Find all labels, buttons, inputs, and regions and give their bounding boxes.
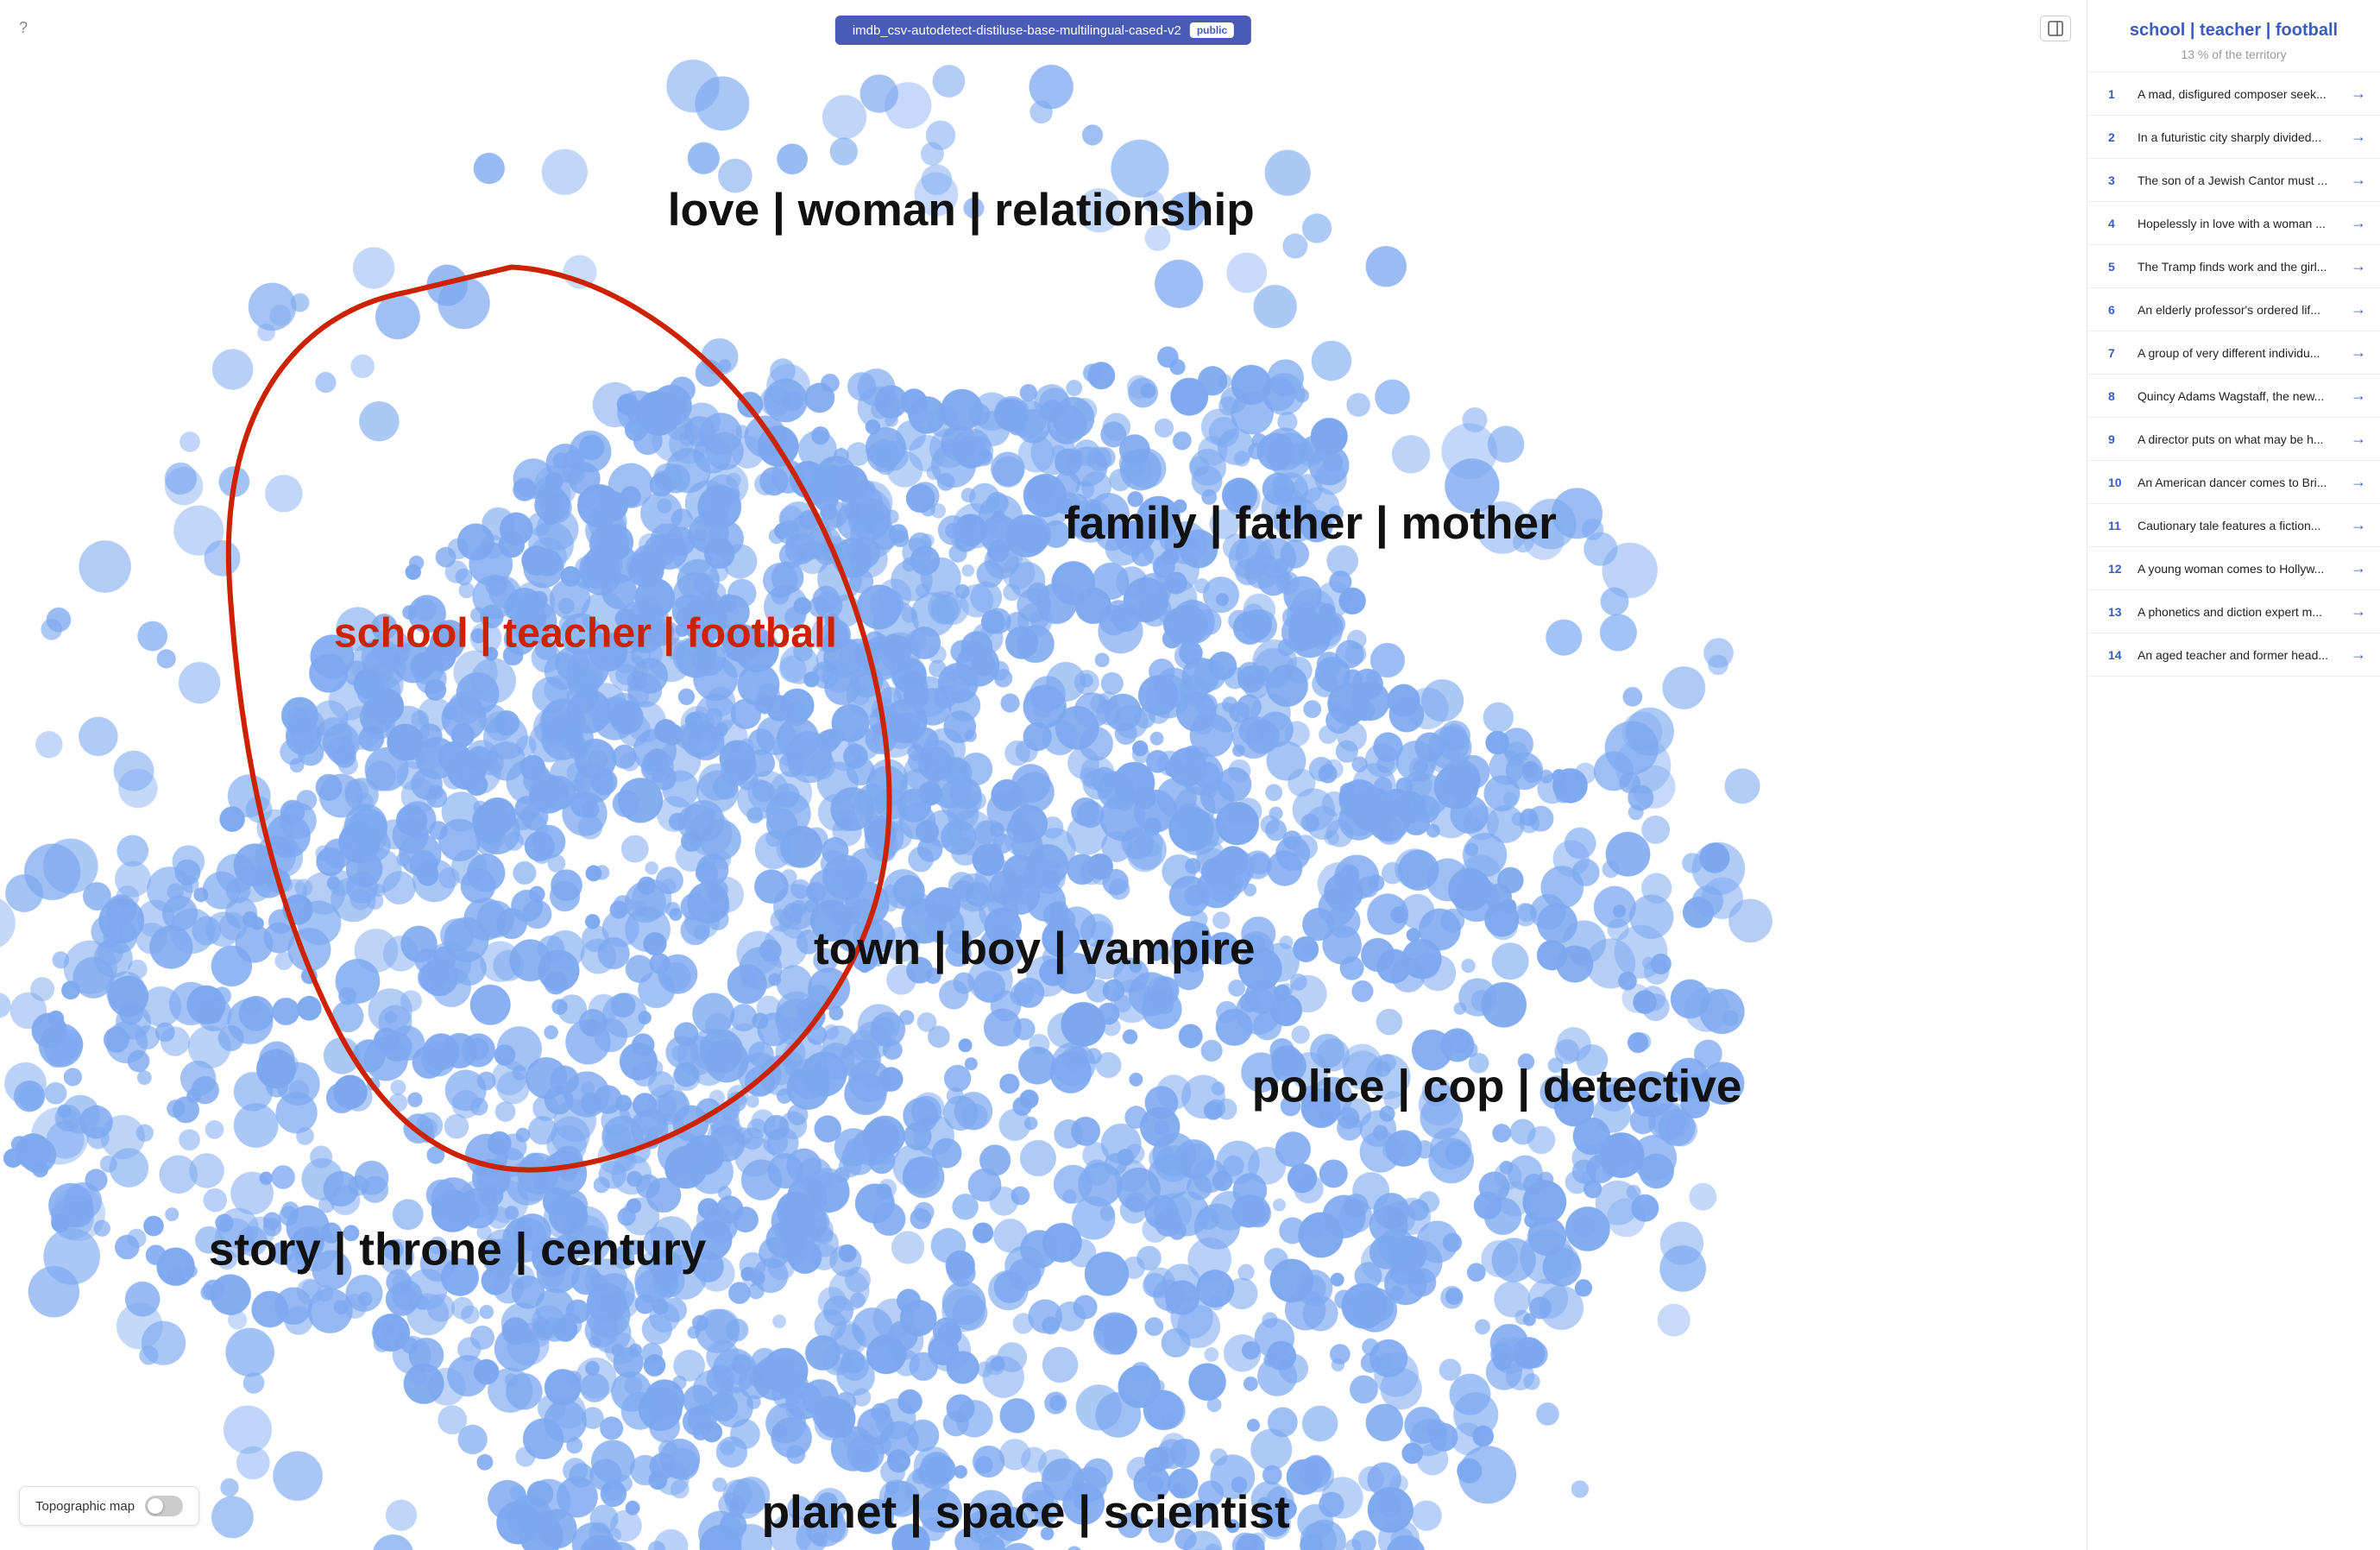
list-item[interactable]: 4 Hopelessly in love with a woman ... →: [2087, 202, 2380, 245]
item-arrow-icon[interactable]: →: [2351, 300, 2366, 318]
item-text: A young woman comes to Hollyw...: [2129, 562, 2351, 576]
cluster-label-story[interactable]: story | throne | century: [209, 1224, 707, 1276]
item-number: 11: [2108, 519, 2129, 532]
list-item[interactable]: 8 Quincy Adams Wagstaff, the new... →: [2087, 375, 2380, 418]
item-number: 9: [2108, 432, 2129, 446]
item-number: 13: [2108, 605, 2129, 619]
item-number: 6: [2108, 303, 2129, 317]
item-number: 10: [2108, 476, 2129, 489]
list-item[interactable]: 9 A director puts on what may be h... →: [2087, 418, 2380, 461]
item-arrow-icon[interactable]: →: [2351, 473, 2366, 491]
item-arrow-icon[interactable]: →: [2351, 171, 2366, 189]
list-item[interactable]: 1 A mad, disfigured composer seek... →: [2087, 72, 2380, 116]
results-sidebar: school | teacher | football 13 % of the …: [2087, 0, 2380, 1550]
item-text: Cautionary tale features a fiction...: [2129, 519, 2351, 532]
list-item[interactable]: 5 The Tramp finds work and the girl... →: [2087, 245, 2380, 288]
item-arrow-icon[interactable]: →: [2351, 602, 2366, 621]
sidebar-cluster-title: school | teacher | football: [2108, 21, 2359, 41]
item-arrow-icon[interactable]: →: [2351, 85, 2366, 103]
sidebar-percentage: 13 % of the territory: [2108, 47, 2359, 61]
sidebar-header: school | teacher | football 13 % of the …: [2087, 0, 2380, 72]
public-badge: public: [1190, 22, 1234, 38]
list-item[interactable]: 6 An elderly professor's ordered lif... …: [2087, 288, 2380, 331]
item-arrow-icon[interactable]: →: [2351, 257, 2366, 275]
item-text: The Tramp finds work and the girl...: [2129, 260, 2351, 274]
item-arrow-icon[interactable]: →: [2351, 516, 2366, 534]
item-text: A group of very different individu...: [2129, 346, 2351, 360]
item-number: 14: [2108, 648, 2129, 662]
list-item[interactable]: 14 An aged teacher and former head... →: [2087, 633, 2380, 677]
list-item[interactable]: 10 An American dancer comes to Bri... →: [2087, 461, 2380, 504]
item-arrow-icon[interactable]: →: [2351, 646, 2366, 664]
item-text: In a futuristic city sharply divided...: [2129, 130, 2351, 144]
cluster-label-town[interactable]: town | boy | vampire: [814, 923, 1255, 975]
item-arrow-icon[interactable]: →: [2351, 128, 2366, 146]
list-item[interactable]: 11 Cautionary tale features a fiction...…: [2087, 504, 2380, 547]
item-arrow-icon[interactable]: →: [2351, 343, 2366, 362]
list-item[interactable]: 7 A group of very different individu... …: [2087, 331, 2380, 375]
list-item[interactable]: 12 A young woman comes to Hollyw... →: [2087, 547, 2380, 590]
item-text: A phonetics and diction expert m...: [2129, 605, 2351, 619]
item-number: 12: [2108, 562, 2129, 576]
item-text: A director puts on what may be h...: [2129, 432, 2351, 446]
item-number: 8: [2108, 389, 2129, 403]
topographic-toggle[interactable]: Topographic map: [19, 1486, 199, 1526]
item-text: An aged teacher and former head...: [2129, 648, 2351, 662]
list-item[interactable]: 2 In a futuristic city sharply divided..…: [2087, 116, 2380, 159]
cluster-label-police[interactable]: police | cop | detective: [1252, 1062, 1742, 1113]
item-number: 1: [2108, 87, 2129, 101]
topo-label: Topographic map: [35, 1499, 135, 1514]
cluster-label-love[interactable]: love | woman | relationship: [668, 185, 1255, 236]
list-item[interactable]: 3 The son of a Jewish Cantor must ... →: [2087, 159, 2380, 202]
cluster-label-school[interactable]: school | teacher | football: [334, 610, 837, 657]
item-text: An American dancer comes to Bri...: [2129, 476, 2351, 489]
item-arrow-icon[interactable]: →: [2351, 387, 2366, 405]
scatter-plot[interactable]: love | woman | relationship family | fat…: [0, 0, 2087, 1550]
item-text: Hopelessly in love with a woman ...: [2129, 217, 2351, 230]
cluster-label-planet[interactable]: planet | space | scientist: [762, 1487, 1290, 1539]
list-item[interactable]: 13 A phonetics and diction expert m... →: [2087, 590, 2380, 633]
dataset-name: imdb_csv-autodetect-distiluse-base-multi…: [853, 23, 1181, 38]
item-text: The son of a Jewish Cantor must ...: [2129, 173, 2351, 187]
topo-switch[interactable]: [145, 1496, 183, 1516]
results-list[interactable]: 1 A mad, disfigured composer seek... → 2…: [2087, 72, 2380, 1550]
help-icon[interactable]: ?: [19, 19, 28, 37]
dataset-header: imdb_csv-autodetect-distiluse-base-multi…: [835, 16, 1251, 45]
item-number: 3: [2108, 173, 2129, 187]
item-number: 4: [2108, 217, 2129, 230]
item-arrow-icon[interactable]: →: [2351, 430, 2366, 448]
item-text: Quincy Adams Wagstaff, the new...: [2129, 389, 2351, 403]
item-text: An elderly professor's ordered lif...: [2129, 303, 2351, 317]
item-text: A mad, disfigured composer seek...: [2129, 87, 2351, 101]
collapse-sidebar-button[interactable]: [2040, 16, 2071, 41]
map-area[interactable]: ? imdb_csv-autodetect-distiluse-base-mul…: [0, 0, 2087, 1550]
item-arrow-icon[interactable]: →: [2351, 559, 2366, 577]
item-number: 2: [2108, 130, 2129, 144]
item-number: 5: [2108, 260, 2129, 274]
cluster-label-family[interactable]: family | father | mother: [1064, 498, 1557, 550]
item-number: 7: [2108, 346, 2129, 360]
item-arrow-icon[interactable]: →: [2351, 214, 2366, 232]
